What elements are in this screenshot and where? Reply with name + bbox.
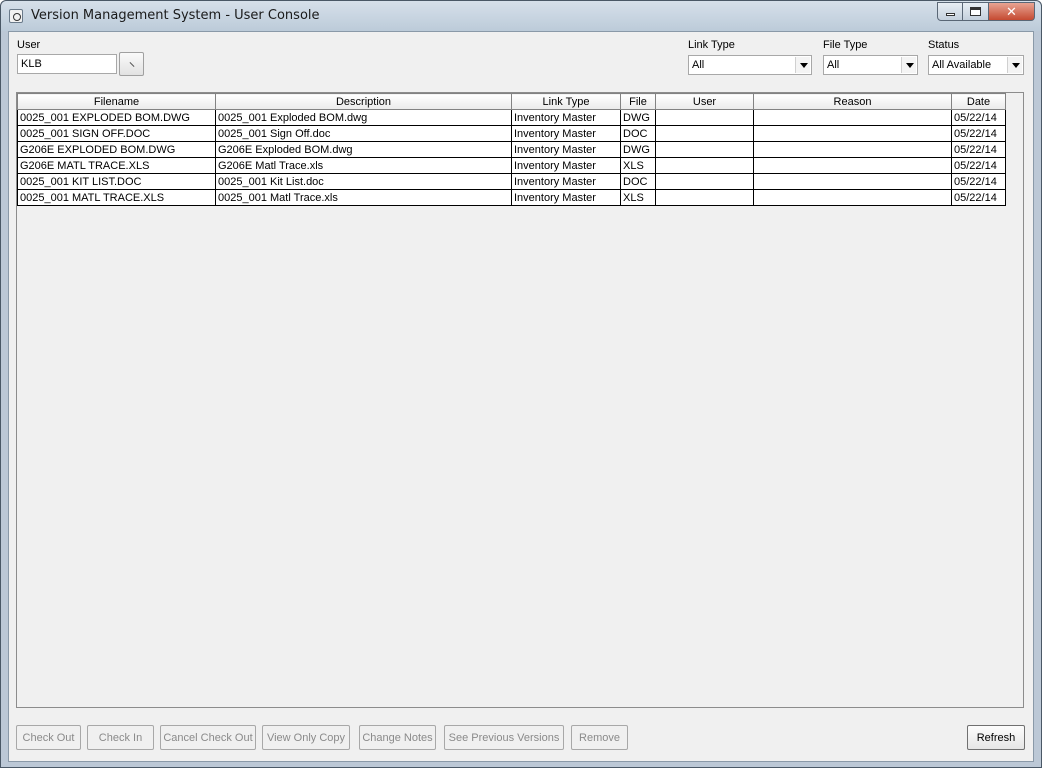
- table-header-row: Filename Description Link Type File User…: [17, 93, 1006, 110]
- link-type-select[interactable]: All: [688, 55, 812, 75]
- cell-date[interactable]: 05/22/14: [951, 157, 1006, 174]
- cell-user[interactable]: [655, 173, 754, 190]
- cell-reason[interactable]: [753, 141, 952, 158]
- window-title: Version Management System - User Console: [31, 8, 320, 23]
- user-input[interactable]: KLB: [17, 54, 117, 74]
- window-controls: ✕: [937, 2, 1035, 22]
- cell-link-type[interactable]: Inventory Master: [511, 173, 621, 190]
- cell-date[interactable]: 05/22/14: [951, 125, 1006, 142]
- file-type-select[interactable]: All: [823, 55, 918, 75]
- cell-reason[interactable]: [753, 109, 952, 126]
- see-previous-versions-button[interactable]: See Previous Versions: [444, 725, 564, 750]
- cell-description[interactable]: 0025_001 Exploded BOM.dwg: [215, 109, 512, 126]
- cell-user[interactable]: [655, 157, 754, 174]
- cell-description[interactable]: G206E Exploded BOM.dwg: [215, 141, 512, 158]
- check-in-button[interactable]: Check In: [87, 725, 154, 750]
- cell-reason[interactable]: [753, 125, 952, 142]
- cell-description[interactable]: G206E Matl Trace.xls: [215, 157, 512, 174]
- cell-link-type[interactable]: Inventory Master: [511, 109, 621, 126]
- remove-button[interactable]: Remove: [571, 725, 628, 750]
- app-window: Version Management System - User Console…: [0, 0, 1042, 768]
- table-row[interactable]: 0025_001 MATL TRACE.XLS 0025_001 Matl Tr…: [17, 189, 1006, 206]
- maximize-button[interactable]: [963, 2, 989, 21]
- cell-description[interactable]: 0025_001 Matl Trace.xls: [215, 189, 512, 206]
- column-header-user[interactable]: User: [655, 93, 754, 110]
- change-notes-button[interactable]: Change Notes: [359, 725, 436, 750]
- close-button[interactable]: ✕: [989, 2, 1035, 21]
- user-label: User: [17, 39, 41, 51]
- cell-user[interactable]: [655, 189, 754, 206]
- cell-link-type[interactable]: Inventory Master: [511, 189, 621, 206]
- table-row[interactable]: 0025_001 SIGN OFF.DOC 0025_001 Sign Off.…: [17, 125, 1006, 142]
- cell-filename[interactable]: 0025_001 EXPLODED BOM.DWG: [17, 109, 216, 126]
- column-header-file[interactable]: File: [620, 93, 656, 110]
- column-header-date[interactable]: Date: [951, 93, 1006, 110]
- cell-description[interactable]: 0025_001 Kit List.doc: [215, 173, 512, 190]
- cell-reason[interactable]: [753, 173, 952, 190]
- user-lookup-button[interactable]: [119, 52, 144, 76]
- status-label: Status: [928, 39, 960, 51]
- column-header-filename[interactable]: Filename: [17, 93, 216, 110]
- table-row[interactable]: 0025_001 EXPLODED BOM.DWG 0025_001 Explo…: [17, 109, 1006, 126]
- file-type-value: All: [827, 59, 840, 71]
- cell-date[interactable]: 05/22/14: [951, 141, 1006, 158]
- cell-description[interactable]: 0025_001 Sign Off.doc: [215, 125, 512, 142]
- cell-date[interactable]: 05/22/14: [951, 173, 1006, 190]
- cell-filename[interactable]: G206E MATL TRACE.XLS: [17, 157, 216, 174]
- cell-link-type[interactable]: Inventory Master: [511, 141, 621, 158]
- link-type-value: All: [692, 59, 705, 71]
- cell-user[interactable]: [655, 109, 754, 126]
- column-header-link-type[interactable]: Link Type: [511, 93, 621, 110]
- link-type-label: Link Type: [688, 39, 735, 51]
- cell-link-type[interactable]: Inventory Master: [511, 125, 621, 142]
- cell-filename[interactable]: 0025_001 KIT LIST.DOC: [17, 173, 216, 190]
- file-type-label: File Type: [823, 39, 868, 51]
- cell-link-type[interactable]: Inventory Master: [511, 157, 621, 174]
- app-icon[interactable]: [9, 9, 23, 23]
- lookup-icon: [129, 62, 135, 67]
- file-table: Filename Description Link Type File User…: [17, 93, 1006, 206]
- cell-date[interactable]: 05/22/14: [951, 109, 1006, 126]
- status-select[interactable]: All Available: [928, 55, 1024, 75]
- check-out-button[interactable]: Check Out: [16, 725, 81, 750]
- cell-filename[interactable]: 0025_001 MATL TRACE.XLS: [17, 189, 216, 206]
- cell-filename[interactable]: G206E EXPLODED BOM.DWG: [17, 141, 216, 158]
- table-row[interactable]: 0025_001 KIT LIST.DOC 0025_001 Kit List.…: [17, 173, 1006, 190]
- cell-file[interactable]: DWG: [620, 109, 656, 126]
- minimize-icon: [945, 13, 955, 16]
- cell-user[interactable]: [655, 141, 754, 158]
- chevron-down-icon[interactable]: [901, 57, 916, 73]
- view-only-copy-button[interactable]: View Only Copy: [262, 725, 350, 750]
- table-row[interactable]: G206E EXPLODED BOM.DWG G206E Exploded BO…: [17, 141, 1006, 158]
- cancel-check-out-button[interactable]: Cancel Check Out: [160, 725, 256, 750]
- cell-user[interactable]: [655, 125, 754, 142]
- table-row[interactable]: G206E MATL TRACE.XLS G206E Matl Trace.xl…: [17, 157, 1006, 174]
- refresh-button[interactable]: Refresh: [967, 725, 1025, 750]
- cell-date[interactable]: 05/22/14: [951, 189, 1006, 206]
- status-value: All Available: [932, 59, 992, 71]
- cell-file[interactable]: XLS: [620, 189, 656, 206]
- cell-filename[interactable]: 0025_001 SIGN OFF.DOC: [17, 125, 216, 142]
- title-bar[interactable]: Version Management System - User Console…: [1, 1, 1041, 31]
- chevron-down-icon[interactable]: [1007, 57, 1022, 73]
- cell-file[interactable]: DWG: [620, 141, 656, 158]
- chevron-down-icon[interactable]: [795, 57, 810, 73]
- cell-file[interactable]: DOC: [620, 125, 656, 142]
- column-header-description[interactable]: Description: [215, 93, 512, 110]
- file-grid[interactable]: Filename Description Link Type File User…: [16, 92, 1024, 708]
- cell-reason[interactable]: [753, 157, 952, 174]
- minimize-button[interactable]: [937, 2, 963, 21]
- cell-reason[interactable]: [753, 189, 952, 206]
- cell-file[interactable]: XLS: [620, 157, 656, 174]
- column-header-reason[interactable]: Reason: [753, 93, 952, 110]
- console-panel: User KLB Link Type All File Type All Sta…: [8, 31, 1034, 762]
- cell-file[interactable]: DOC: [620, 173, 656, 190]
- close-icon: ✕: [1006, 3, 1017, 19]
- maximize-icon: [970, 7, 981, 16]
